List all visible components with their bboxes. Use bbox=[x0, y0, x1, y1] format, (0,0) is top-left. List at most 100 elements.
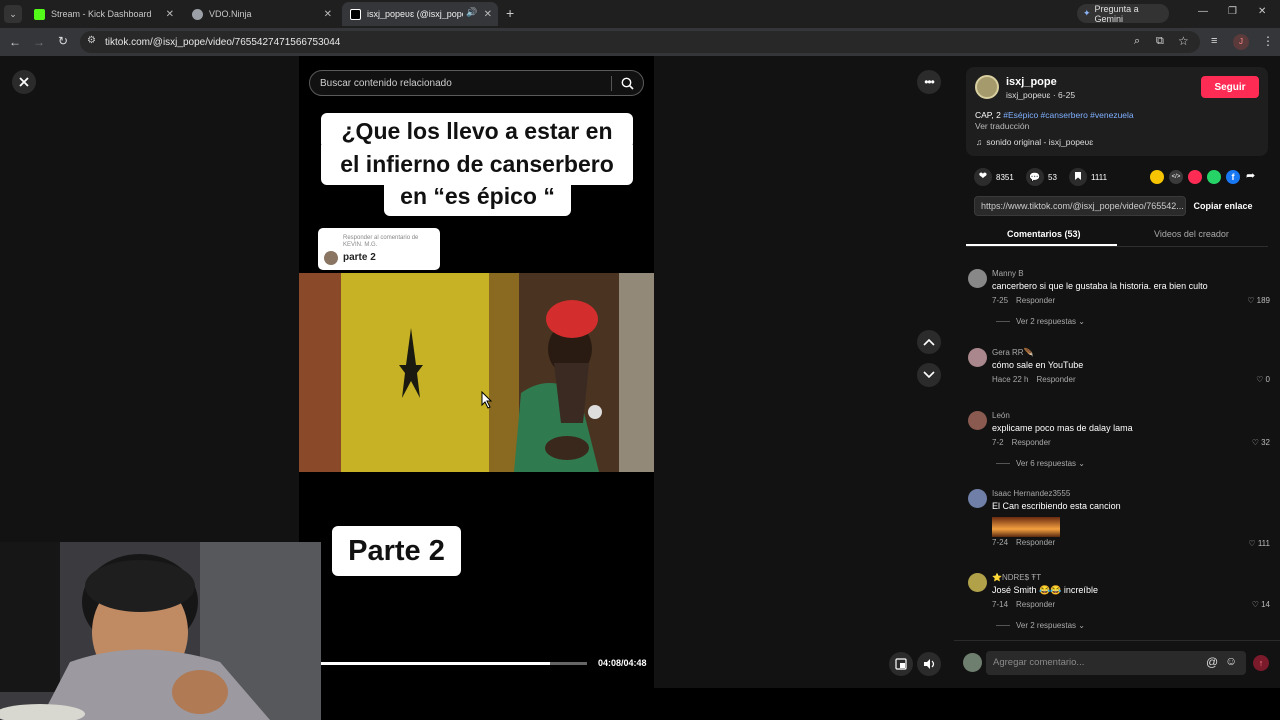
translate-link[interactable]: Ver traducción bbox=[975, 121, 1029, 131]
search-placeholder: Buscar contenido relacionado bbox=[320, 78, 452, 89]
save-button[interactable] bbox=[1069, 168, 1087, 186]
kick-icon bbox=[34, 8, 45, 20]
bookmark-icon bbox=[1075, 172, 1081, 180]
previous-video-button[interactable] bbox=[917, 330, 941, 354]
comment-input[interactable]: Agregar comentario... @ ☺ bbox=[986, 651, 1246, 675]
video-frame bbox=[299, 273, 654, 472]
comment-like-count: 32 bbox=[1261, 438, 1270, 447]
comment-attached-image[interactable] bbox=[992, 517, 1060, 537]
close-tab-icon[interactable]: ✕ bbox=[166, 9, 174, 20]
author-avatar[interactable] bbox=[975, 75, 999, 99]
view-replies[interactable]: Ver 2 respuestas ⌄ bbox=[996, 621, 1085, 630]
tab-tiktok[interactable]: isxj_popeʋɛ (@isxj_pope) | T 🔊 ✕ bbox=[342, 2, 498, 26]
profile-avatar[interactable]: J bbox=[1233, 34, 1249, 50]
tab-comments[interactable]: Comentarios (53) bbox=[1007, 229, 1081, 239]
like-button[interactable]: ❤ bbox=[974, 168, 992, 186]
restore-icon[interactable]: ❐ bbox=[1228, 6, 1237, 17]
close-tab-icon[interactable]: ✕ bbox=[324, 9, 332, 20]
reply-link[interactable]: Responder bbox=[1036, 375, 1075, 384]
volume-button[interactable] bbox=[917, 652, 941, 676]
reply-link[interactable]: Responder bbox=[1016, 600, 1055, 609]
comment-text: explicame poco mas de dalay lama bbox=[992, 423, 1133, 433]
comment-meta: Hace 22 h Responder bbox=[992, 375, 1076, 384]
view-replies[interactable]: Ver 6 respuestas ⌄ bbox=[996, 459, 1085, 468]
comment-author[interactable]: León bbox=[992, 411, 1010, 420]
caption-line-3: en “es épico “ bbox=[384, 180, 571, 216]
whatsapp-icon[interactable] bbox=[1207, 170, 1221, 184]
progress-fill bbox=[321, 662, 550, 665]
mouse-cursor bbox=[481, 391, 493, 409]
tab-kick[interactable]: Stream - Kick Dashboard ✕ bbox=[26, 2, 180, 26]
save-count: 1111 bbox=[1091, 173, 1108, 182]
speaker-icon[interactable]: 🔊 bbox=[466, 7, 477, 18]
reload-icon[interactable]: ↻ bbox=[58, 34, 68, 48]
comment-avatar[interactable] bbox=[968, 573, 987, 592]
copy-link-button[interactable]: Copiar enlace bbox=[1186, 196, 1260, 216]
search-icon[interactable] bbox=[621, 77, 634, 90]
share-arrow-icon[interactable]: ➦ bbox=[1246, 169, 1255, 182]
comment-author[interactable]: Gera RR🪶 bbox=[992, 348, 1034, 357]
tab-vdo[interactable]: VDO.Ninja ✕ bbox=[184, 2, 338, 26]
comment-likes[interactable]: ♡ 32 bbox=[1252, 438, 1270, 447]
post-comment-button[interactable]: ↑ bbox=[1253, 655, 1269, 671]
author-display: isxj_popeʋɛ · 6-25 bbox=[1006, 90, 1076, 100]
video-progress-bar[interactable] bbox=[321, 662, 587, 665]
site-info-icon[interactable]: ⚙ bbox=[87, 35, 96, 46]
new-tab-button[interactable]: + bbox=[506, 5, 514, 21]
reply-link[interactable]: Responder bbox=[1016, 296, 1055, 305]
total-time: 04:48 bbox=[623, 658, 647, 668]
url-text[interactable]: tiktok.com/@isxj_pope/video/765542747156… bbox=[105, 37, 340, 48]
author-username[interactable]: isxj_pope bbox=[1006, 76, 1057, 88]
more-icon: ••• bbox=[924, 75, 935, 89]
facebook-icon[interactable]: f bbox=[1226, 170, 1240, 184]
comment-likes[interactable]: ♡ 14 bbox=[1252, 600, 1270, 609]
embed-icon[interactable]: </> bbox=[1169, 170, 1183, 184]
forward-icon[interactable]: → bbox=[33, 35, 45, 49]
tab-creator-videos[interactable]: Videos del creador bbox=[1154, 229, 1229, 239]
comment-avatar[interactable] bbox=[968, 269, 987, 288]
minimize-icon[interactable]: — bbox=[1198, 6, 1208, 17]
send-icon[interactable] bbox=[1188, 170, 1202, 184]
comment-author[interactable]: Isaac Hernandez3555 bbox=[992, 489, 1070, 498]
install-icon[interactable]: ⧉ bbox=[1156, 35, 1164, 48]
sound-row[interactable]: ♫ sonido original - isxj_popeʋɛ bbox=[976, 137, 1093, 147]
gemini-button[interactable]: ✦ Pregunta a Gemini bbox=[1077, 4, 1169, 24]
close-window-icon[interactable]: ✕ bbox=[1258, 6, 1266, 17]
post-date: 6-25 bbox=[1058, 90, 1076, 100]
comment-text: José Smith 😂😂 increíble bbox=[992, 585, 1098, 595]
pip-icon bbox=[895, 658, 907, 670]
tab-search-button[interactable]: ⌄ bbox=[4, 5, 22, 23]
comment-likes[interactable]: ♡ 111 bbox=[1248, 539, 1270, 548]
view-replies[interactable]: Ver 2 respuestas ⌄ bbox=[996, 317, 1085, 326]
close-tab-icon[interactable]: ✕ bbox=[484, 9, 492, 20]
back-icon[interactable]: ← bbox=[9, 35, 21, 49]
mention-icon[interactable]: @ bbox=[1206, 655, 1218, 669]
comment-button[interactable]: 💬 bbox=[1026, 168, 1044, 186]
comment-author[interactable]: Manny B bbox=[992, 269, 1024, 278]
reply-link[interactable]: Responder bbox=[1012, 438, 1051, 447]
comment-likes[interactable]: ♡ 0 bbox=[1256, 375, 1270, 384]
follow-button[interactable]: Seguir bbox=[1201, 76, 1259, 98]
related-search-input[interactable]: Buscar contenido relacionado bbox=[309, 70, 644, 96]
menu-icon[interactable]: ⋮ bbox=[1262, 34, 1274, 48]
comment-likes[interactable]: ♡ 189 bbox=[1247, 296, 1270, 305]
reply-link[interactable]: Responder bbox=[1016, 538, 1055, 547]
comment-avatar[interactable] bbox=[968, 348, 987, 367]
media-icon[interactable]: ≡ bbox=[1211, 35, 1217, 47]
share-link-field[interactable]: https://www.tiktok.com/@isxj_pope/video/… bbox=[974, 196, 1186, 216]
floating-player-button[interactable] bbox=[889, 652, 913, 676]
more-options-button[interactable]: ••• bbox=[917, 70, 941, 94]
coin-icon[interactable] bbox=[1150, 170, 1164, 184]
bookmark-star-icon[interactable]: ☆ bbox=[1178, 34, 1189, 48]
comment-avatar[interactable] bbox=[968, 489, 987, 508]
hashtags[interactable]: #Esépico #canserbero #venezuela bbox=[1003, 110, 1133, 120]
close-icon bbox=[19, 77, 29, 87]
zoom-icon[interactable]: ⌕ bbox=[1134, 35, 1140, 48]
next-video-button[interactable] bbox=[917, 363, 941, 387]
comment-author[interactable]: ⭐NDRE$ ŦT bbox=[992, 573, 1041, 582]
comment-avatar[interactable] bbox=[968, 411, 987, 430]
tab-vdo-label: VDO.Ninja bbox=[209, 9, 252, 19]
emoji-icon[interactable]: ☺ bbox=[1225, 654, 1237, 668]
active-tab-indicator bbox=[966, 244, 1117, 246]
close-video-button[interactable] bbox=[12, 70, 36, 94]
